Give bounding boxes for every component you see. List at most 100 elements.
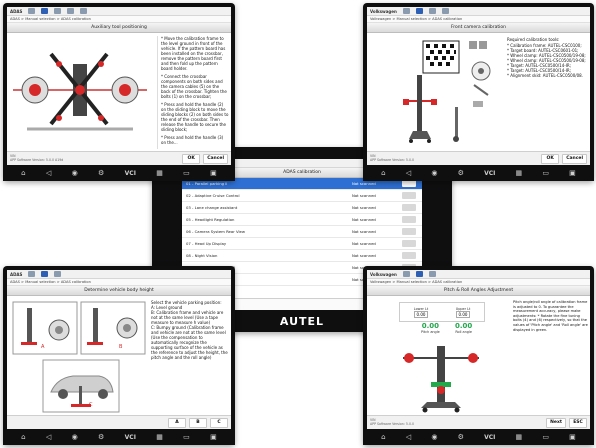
- home-icon[interactable]: [402, 271, 410, 277]
- tl-diagram: [7, 34, 153, 152]
- camera-icon[interactable]: ◉: [72, 169, 78, 177]
- option-a-button[interactable]: A: [168, 417, 186, 428]
- back-icon[interactable]: ◁: [406, 433, 411, 441]
- doc-icon[interactable]: [428, 8, 436, 14]
- adas-list-item[interactable]: 06 - Camera System Rear View Not scanned: [182, 226, 422, 238]
- tl-instruction: * Connect the crossbar components on bot…: [161, 74, 227, 99]
- tr-make: Volkswagen: [370, 8, 397, 14]
- tablet-top-right: Volkswagen Volkswagen > Manual selection…: [363, 3, 594, 181]
- cancel-button[interactable]: Cancel: [203, 153, 228, 164]
- help-icon[interactable]: [80, 8, 88, 14]
- vehicle-icon[interactable]: [415, 271, 423, 277]
- tr-tools-list: * Calibration frame: AUTEL-CSC0100; * Tar…: [507, 43, 588, 78]
- display-icon[interactable]: ▭: [183, 169, 190, 177]
- adas-item-go-button[interactable]: [402, 252, 416, 259]
- tr-tools-heading: Required calibration tools:: [507, 37, 560, 42]
- adas-item-go-button[interactable]: [402, 216, 416, 223]
- apps-icon[interactable]: ▦: [156, 169, 163, 177]
- adas-list-item[interactable]: 03 - Lane change assistant Not scanned: [182, 202, 422, 214]
- home-icon[interactable]: [402, 8, 410, 14]
- settings-icon[interactable]: ⚙: [98, 433, 104, 441]
- display-icon[interactable]: ▭: [183, 433, 190, 441]
- vci-icon[interactable]: VCI: [125, 170, 136, 177]
- adas-item-name: 07 - Head Up Display: [186, 241, 227, 246]
- adas-item-status: Not scanned: [352, 181, 376, 186]
- home-icon[interactable]: ⌂: [381, 169, 385, 177]
- settings-icon[interactable]: ⚙: [458, 169, 464, 177]
- adas-item-name: 06 - Camera System Rear View: [186, 229, 245, 234]
- adas-item-go-button[interactable]: [402, 192, 416, 199]
- vehicle-icon[interactable]: [41, 8, 49, 14]
- option-b-button[interactable]: B: [189, 417, 207, 428]
- print-icon[interactable]: [441, 8, 449, 14]
- option-c-button[interactable]: C: [210, 417, 228, 428]
- back-icon[interactable]: ◁: [406, 169, 411, 177]
- vehicle-icon[interactable]: [415, 8, 423, 14]
- vci-icon[interactable]: VCI: [125, 434, 136, 441]
- adas-item-status: Not scanned: [352, 217, 376, 222]
- apps-icon[interactable]: ▦: [516, 169, 523, 177]
- br-make: Volkswagen: [370, 271, 397, 277]
- br-topbar: Volkswagen: [367, 270, 590, 279]
- image-icon[interactable]: ▣: [210, 169, 217, 177]
- br-diagram: Lower Lt 0.00 Upper Lt 0.00 0.00 Pitch a…: [369, 298, 513, 416]
- adas-list-item[interactable]: 05 - Headlight Regulation Not scanned: [182, 214, 422, 226]
- br-android-nav: ⌂ ◁ ◉ ⚙ VCI ▦ ▭ ▣: [363, 429, 594, 445]
- br-breadcrumb: Volkswagen > Manual selection > ADAS cal…: [367, 279, 590, 286]
- home-icon[interactable]: [28, 8, 36, 14]
- home-icon[interactable]: ⌂: [21, 433, 25, 441]
- next-button[interactable]: Next: [546, 417, 566, 428]
- adas-list-item[interactable]: 08 - Night Vision Not scanned: [182, 250, 422, 262]
- display-icon[interactable]: ▭: [542, 433, 549, 441]
- home-icon[interactable]: ⌂: [381, 433, 385, 441]
- vehicle-icon[interactable]: [41, 271, 49, 277]
- diagram-label-b: B: [119, 344, 123, 350]
- print-icon[interactable]: [67, 8, 75, 14]
- adas-item-name: 01 - Parallel parking ll: [186, 181, 228, 186]
- doc-icon[interactable]: [54, 8, 62, 14]
- vci-icon[interactable]: VCI: [484, 434, 495, 441]
- cancel-button[interactable]: Cancel: [562, 153, 587, 164]
- adas-list-item[interactable]: 02 - Adaptive Cruise Control Not scanned: [182, 190, 422, 202]
- camera-icon[interactable]: ◉: [72, 433, 78, 441]
- adas-list-item[interactable]: 07 - Head Up Display Not scanned: [182, 238, 422, 250]
- back-icon[interactable]: ◁: [46, 433, 51, 441]
- tl-instruction: * Press and hold the handle (3) on the..…: [161, 135, 224, 145]
- ok-button[interactable]: OK: [182, 153, 201, 164]
- apps-icon[interactable]: ▦: [516, 433, 523, 441]
- apps-icon[interactable]: ▦: [156, 433, 163, 441]
- tr-screen: Volkswagen Volkswagen > Manual selection…: [367, 7, 590, 165]
- home-icon[interactable]: ⌂: [21, 169, 25, 177]
- tr-diagram: [369, 35, 505, 153]
- adas-item-go-button[interactable]: [402, 204, 416, 211]
- doc-icon[interactable]: [54, 271, 62, 277]
- adas-item-name: 08 - Night Vision: [186, 253, 218, 258]
- bl-title: Determine vehicle body height: [7, 286, 231, 296]
- adas-item-go-button[interactable]: [402, 180, 416, 187]
- bl-instructions: Select the vehicle parking position: A: …: [151, 300, 229, 413]
- camera-icon[interactable]: ◉: [431, 433, 437, 441]
- back-icon[interactable]: ◁: [46, 169, 51, 177]
- image-icon[interactable]: ▣: [569, 433, 576, 441]
- adas-item-go-button[interactable]: [402, 228, 416, 235]
- adas-item-status: Not scanned: [352, 205, 376, 210]
- image-icon[interactable]: ▣: [210, 433, 217, 441]
- esc-button[interactable]: ESC: [569, 417, 587, 428]
- tool-item: * Alignment skid: AUTEL-CSC0500/08.: [507, 73, 583, 78]
- home-icon[interactable]: [28, 271, 36, 277]
- bl-android-nav: ⌂ ◁ ◉ ⚙ VCI ▦ ▭ ▣: [3, 429, 235, 445]
- tr-tools-panel: Required calibration tools: * Calibratio…: [507, 37, 588, 149]
- camera-icon[interactable]: ◉: [431, 169, 437, 177]
- display-icon[interactable]: ▭: [542, 169, 549, 177]
- doc-icon[interactable]: [428, 271, 436, 277]
- image-icon[interactable]: ▣: [569, 169, 576, 177]
- vci-icon[interactable]: VCI: [484, 170, 495, 177]
- autel-logo: AUTEL: [279, 314, 325, 328]
- settings-icon[interactable]: ⚙: [458, 433, 464, 441]
- bl-instruction: B: Calibration frame and vehicle are not…: [151, 310, 224, 325]
- tl-android-nav: ⌂ ◁ ◉ ⚙ VCI ▦ ▭ ▣: [3, 165, 235, 181]
- br-footer: VIN APP Software Version: 5.0.0 Next ESC: [367, 415, 590, 429]
- settings-icon[interactable]: ⚙: [98, 169, 104, 177]
- ok-button[interactable]: OK: [541, 153, 560, 164]
- adas-item-go-button[interactable]: [402, 240, 416, 247]
